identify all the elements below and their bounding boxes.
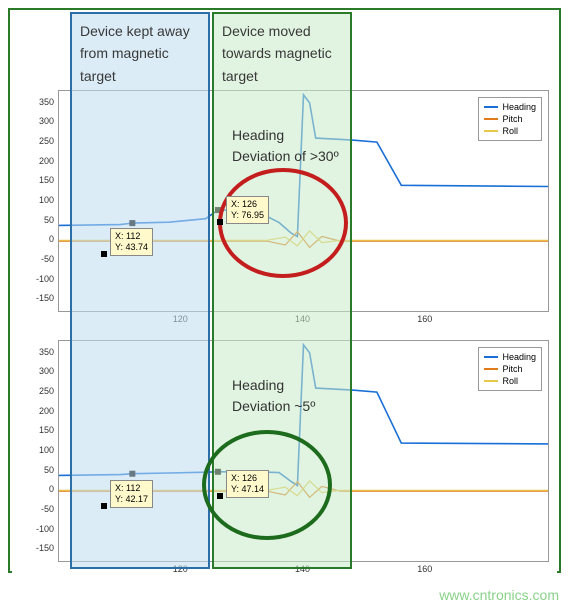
legend-row-roll: Roll bbox=[484, 375, 536, 387]
y-tick: -50 bbox=[41, 254, 54, 264]
y-tick: 300 bbox=[39, 116, 54, 126]
swatch-roll bbox=[484, 130, 498, 132]
y-tick: 250 bbox=[39, 136, 54, 146]
datatip-1-blue-y: Y: 43.74 bbox=[115, 242, 148, 253]
legend-2: Heading Pitch Roll bbox=[478, 347, 542, 391]
plot-svg-1 bbox=[59, 91, 548, 311]
datatip-1-green: X: 126 Y: 76.95 bbox=[226, 196, 269, 224]
note2-line2: Deviation ~5º bbox=[232, 396, 315, 417]
legend-label-roll: Roll bbox=[502, 375, 518, 387]
x-axis-1: 120 140 160 bbox=[58, 312, 549, 330]
x-tick: 160 bbox=[417, 314, 432, 324]
y-tick: 150 bbox=[39, 175, 54, 185]
y-tick: -100 bbox=[36, 524, 54, 534]
datatip-2-blue: X: 112 Y: 42.17 bbox=[110, 480, 153, 508]
datatip-marker bbox=[215, 469, 221, 475]
y-tick: -150 bbox=[36, 543, 54, 553]
y-tick: 100 bbox=[39, 195, 54, 205]
y-tick: -50 bbox=[41, 504, 54, 514]
legend-label-pitch: Pitch bbox=[502, 113, 522, 125]
y-tick: 50 bbox=[44, 215, 54, 225]
swatch-pitch bbox=[484, 118, 498, 120]
legend-label-pitch: Pitch bbox=[502, 363, 522, 375]
y-tick: 200 bbox=[39, 406, 54, 416]
datatip-1-blue: X: 112 Y: 43.74 bbox=[110, 228, 153, 256]
datatip-marker-icon bbox=[101, 503, 107, 509]
x-tick: 140 bbox=[295, 314, 310, 324]
y-tick: 50 bbox=[44, 465, 54, 475]
datatip-marker bbox=[129, 220, 135, 226]
legend-row-pitch: Pitch bbox=[484, 113, 536, 125]
note1-line2: Deviation of >30º bbox=[232, 146, 339, 167]
datatip-1-green-x: X: 126 bbox=[231, 199, 264, 210]
y-tick: 100 bbox=[39, 445, 54, 455]
heading-deviation-note-1: Heading Deviation of >30º bbox=[232, 125, 339, 167]
y-axis-2: Deg -150-100-50050100150200250300350 bbox=[12, 340, 58, 562]
y-tick: 350 bbox=[39, 347, 54, 357]
heading-deviation-note-2: Heading Deviation ~5º bbox=[232, 375, 315, 417]
outer-frame: Device kept away from magnetic target De… bbox=[8, 8, 561, 573]
datatip-marker-icon bbox=[101, 251, 107, 257]
datatip-marker bbox=[129, 471, 135, 477]
note1-line1: Heading bbox=[232, 125, 339, 146]
plot-area-2: Heading Pitch Roll bbox=[58, 340, 549, 562]
y-tick: 250 bbox=[39, 386, 54, 396]
legend-row-pitch: Pitch bbox=[484, 363, 536, 375]
note2-line1: Heading bbox=[232, 375, 315, 396]
datatip-2-green-x: X: 126 bbox=[231, 473, 264, 484]
x-tick: 120 bbox=[173, 314, 188, 324]
datatip-2-green: X: 126 Y: 47.14 bbox=[226, 470, 269, 498]
swatch-heading bbox=[484, 356, 498, 358]
legend-label-heading: Heading bbox=[502, 101, 536, 113]
x-tick: 160 bbox=[417, 564, 432, 574]
watermark-text: www.cntronics.com bbox=[439, 587, 559, 603]
datatip-2-blue-x: X: 112 bbox=[115, 483, 148, 494]
swatch-pitch bbox=[484, 368, 498, 370]
y-tick: 0 bbox=[49, 484, 54, 494]
plot-svg-2 bbox=[59, 341, 548, 561]
legend-row-roll: Roll bbox=[484, 125, 536, 137]
x-tick: 140 bbox=[295, 564, 310, 574]
y-tick: 0 bbox=[49, 234, 54, 244]
y-tick: 300 bbox=[39, 366, 54, 376]
zone-green-label: Device moved towards magnetic target bbox=[214, 14, 350, 87]
datatip-2-blue-y: Y: 42.17 bbox=[115, 494, 148, 505]
x-axis-2: 120 140 160 bbox=[58, 562, 549, 580]
legend-row-heading: Heading bbox=[484, 351, 536, 363]
datatip-marker-icon bbox=[217, 493, 223, 499]
datatip-1-green-y: Y: 76.95 bbox=[231, 210, 264, 221]
legend-row-heading: Heading bbox=[484, 101, 536, 113]
zone-blue-label: Device kept away from magnetic target bbox=[72, 14, 208, 87]
legend-label-heading: Heading bbox=[502, 351, 536, 363]
legend-1: Heading Pitch Roll bbox=[478, 97, 542, 141]
datatip-1-blue-x: X: 112 bbox=[115, 231, 148, 242]
swatch-roll bbox=[484, 380, 498, 382]
legend-label-roll: Roll bbox=[502, 125, 518, 137]
x-tick: 120 bbox=[173, 564, 188, 574]
datatip-2-green-y: Y: 47.14 bbox=[231, 484, 264, 495]
y-tick: 350 bbox=[39, 97, 54, 107]
datatip-marker bbox=[215, 207, 221, 213]
y-tick: -100 bbox=[36, 274, 54, 284]
y-axis-1: Deg -150-100-50050100150200250300350 bbox=[12, 90, 58, 312]
y-tick: 150 bbox=[39, 425, 54, 435]
plot-area-1: Heading Pitch Roll bbox=[58, 90, 549, 312]
datatip-marker-icon bbox=[217, 219, 223, 225]
y-tick: -150 bbox=[36, 293, 54, 303]
y-tick: 200 bbox=[39, 156, 54, 166]
swatch-heading bbox=[484, 106, 498, 108]
